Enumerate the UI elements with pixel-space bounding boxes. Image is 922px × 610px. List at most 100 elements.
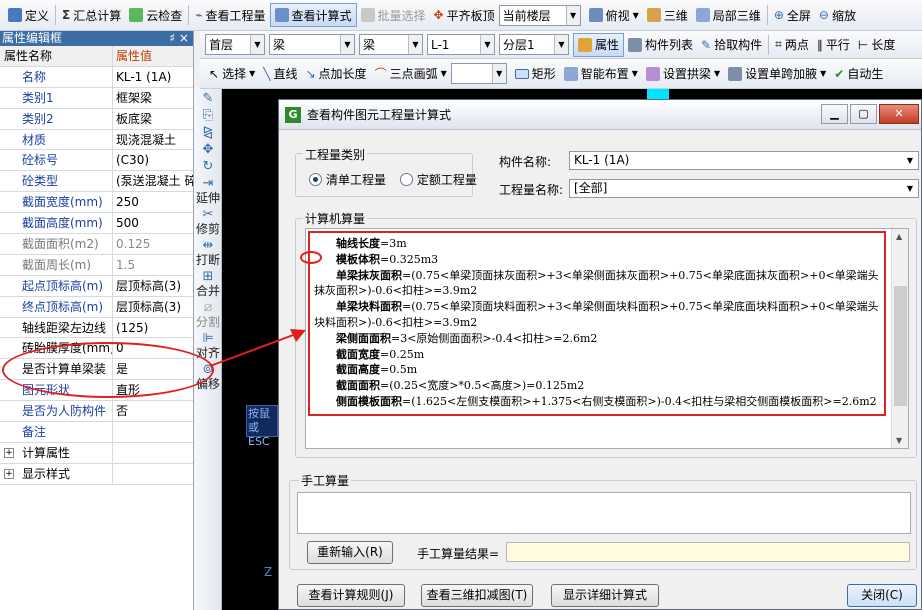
pencil-button[interactable]: ✎: [195, 92, 221, 106]
property-row[interactable]: 截面宽度(mm) 250: [0, 192, 193, 214]
property-value[interactable]: (泵送混凝土 碎: [113, 171, 193, 191]
view-formula-button[interactable]: 查看计算式: [269, 3, 357, 27]
property-row[interactable]: 类别2 板底梁: [0, 108, 193, 130]
layer-combo[interactable]: 分层1 ▼: [499, 34, 569, 55]
property-value[interactable]: 250: [113, 192, 193, 212]
floor-select[interactable]: 当前楼层 ▼: [498, 4, 581, 26]
property-row[interactable]: 截面面积(m2) 0.125: [0, 234, 193, 255]
split-button[interactable]: ⧄ 分割: [195, 301, 221, 329]
list-qty-radio[interactable]: 清单工程量: [309, 171, 386, 188]
parallel-button[interactable]: ∥ 平行: [813, 33, 854, 57]
property-row[interactable]: 砼类型 (泵送混凝土 碎: [0, 171, 193, 193]
haunch-button[interactable]: 设置单跨加腋 ▼: [724, 62, 830, 86]
expand-icon[interactable]: +: [4, 447, 14, 458]
rotate-button[interactable]: ↻: [195, 160, 221, 174]
smart-layout-button[interactable]: 智能布置 ▼: [560, 62, 642, 86]
manual-calc-input[interactable]: [297, 492, 911, 534]
show-detail-button[interactable]: 显示详细计算式: [551, 584, 659, 607]
quota-qty-radio[interactable]: 定额工程量: [399, 171, 477, 188]
batch-select-button[interactable]: 批量选择: [357, 3, 430, 27]
property-row[interactable]: 截面周长(m) 1.5: [0, 254, 193, 276]
property-value[interactable]: 0.125: [113, 234, 193, 254]
arc-mode-combo[interactable]: ▼: [450, 63, 507, 84]
length-button[interactable]: ⊢ 长度: [854, 33, 899, 57]
property-value[interactable]: (C30): [113, 150, 193, 170]
extend-button[interactable]: ⇥ 延伸: [195, 177, 221, 205]
property-value[interactable]: 否: [113, 401, 193, 421]
scroll-down-icon[interactable]: ▼: [896, 436, 902, 445]
rectangle-button[interactable]: 矩形: [511, 62, 560, 86]
member-combo[interactable]: L-1 ▼: [427, 34, 495, 55]
member-list-button[interactable]: 构件列表: [624, 33, 697, 57]
mirror-icon: ⧎: [202, 125, 214, 140]
merge-button[interactable]: ⊞ 合并: [195, 270, 221, 298]
break-button[interactable]: ⇹ 打断: [195, 239, 221, 267]
fullscreen-button[interactable]: ⊕ 全屏: [770, 3, 815, 27]
auto-generate-button[interactable]: ✔ 自动生: [830, 62, 887, 86]
member-name-select[interactable]: KL-1 (1A) ▼: [569, 151, 919, 170]
scroll-up-icon[interactable]: ▲: [896, 232, 902, 241]
3d-button[interactable]: 三维: [643, 3, 692, 27]
property-value[interactable]: 板底梁: [113, 109, 193, 129]
close-icon[interactable]: ✕: [879, 104, 919, 124]
reinput-button[interactable]: 重新输入(R): [307, 541, 393, 564]
property-value[interactable]: 现浇混凝土: [113, 130, 193, 150]
property-row[interactable]: 砼标号 (C30): [0, 150, 193, 172]
zoom-button[interactable]: ⊖ 缩放: [815, 3, 860, 27]
align-slab-top-button[interactable]: ✥ 平齐板顶: [430, 3, 499, 27]
formula-scrollbar[interactable]: ▲ ▼: [891, 229, 908, 448]
property-row[interactable]: 终点顶标高(m) 层顶标高(3): [0, 296, 193, 318]
view-quantity-button[interactable]: ⌁ 查看工程量: [191, 3, 269, 27]
property-value[interactable]: 框架梁: [113, 88, 193, 108]
view-rules-button[interactable]: 查看计算规则(J): [297, 584, 405, 607]
mirror-button[interactable]: ⧎: [195, 126, 221, 140]
property-value[interactable]: 层顶标高(3): [113, 297, 193, 317]
group-display-style[interactable]: + 显示样式: [0, 463, 193, 485]
select-button[interactable]: ↖ 选择 ▼: [205, 62, 259, 86]
expand-icon[interactable]: +: [4, 468, 14, 479]
line-button[interactable]: ╲ 直线: [259, 62, 301, 86]
pin-close-icon[interactable]: ♯ ×: [169, 31, 193, 46]
property-row[interactable]: 名称 KL-1 (1A): [0, 66, 193, 88]
two-points-button[interactable]: ⌗ 两点: [771, 33, 813, 57]
property-row[interactable]: 截面高度(mm) 500: [0, 213, 193, 235]
type2-combo[interactable]: 梁 ▼: [359, 34, 423, 55]
trim-button[interactable]: ✂ 修剪: [195, 208, 221, 236]
move-button[interactable]: ✥: [195, 143, 221, 157]
close-button[interactable]: 关闭(C): [847, 584, 917, 607]
property-value[interactable]: 层顶标高(3): [113, 276, 193, 296]
property-row[interactable]: 材质 现浇混凝土: [0, 129, 193, 151]
point-length-button[interactable]: ↘ 点加长度: [301, 62, 370, 86]
three-point-arc-button[interactable]: ⌒ 三点画弧 ▼: [371, 62, 451, 86]
property-row[interactable]: 轴线距梁左边线 (125): [0, 317, 193, 339]
pick-member-button[interactable]: ✎ 拾取构件: [697, 33, 766, 57]
property-value[interactable]: KL-1 (1A): [113, 67, 193, 87]
define-button[interactable]: 定义: [4, 3, 53, 27]
property-row[interactable]: 起点顶标高(m) 层顶标高(3): [0, 275, 193, 297]
minimize-icon[interactable]: ▁: [821, 104, 848, 124]
maximize-icon[interactable]: ▢: [850, 104, 877, 124]
local-3d-button[interactable]: 局部三维: [692, 3, 765, 27]
qty-name-select[interactable]: [全部] ▼: [569, 179, 919, 198]
chevron-down-icon: ▼: [250, 35, 264, 54]
view-3d-deduct-button[interactable]: 查看三维扣减图(T): [421, 584, 533, 607]
copy-button[interactable]: ⎘: [195, 109, 221, 123]
summary-calc-button[interactable]: Σ 汇总计算: [58, 3, 125, 27]
type1-combo[interactable]: 梁 ▼: [269, 34, 355, 55]
top-view-button[interactable]: 俯视 ▼: [585, 3, 643, 27]
group-calc-props[interactable]: + 计算属性: [0, 442, 193, 464]
property-row[interactable]: 类别1 框架梁: [0, 87, 193, 109]
floor-combo[interactable]: 首层 ▼: [205, 34, 265, 55]
cloud-check-button[interactable]: 云检查: [125, 3, 186, 27]
property-row[interactable]: 备注: [0, 422, 193, 443]
property-value[interactable]: 500: [113, 213, 193, 233]
scroll-thumb[interactable]: [894, 286, 907, 406]
property-row[interactable]: 是否为人防构件否: [0, 401, 193, 423]
property-value[interactable]: 1.5: [113, 255, 193, 275]
arch-beam-button[interactable]: 设置拱梁 ▼: [642, 62, 724, 86]
manual-result-field[interactable]: [506, 542, 910, 562]
formula-text-area[interactable]: 轴线长度=3m 模板体积=0.325m3 单梁抹灰面积=(0.75<单梁顶面抹灰面积…: [305, 228, 909, 449]
property-value[interactable]: [113, 422, 193, 442]
property-value[interactable]: (125): [113, 318, 193, 338]
properties-button[interactable]: 属性: [573, 32, 625, 57]
